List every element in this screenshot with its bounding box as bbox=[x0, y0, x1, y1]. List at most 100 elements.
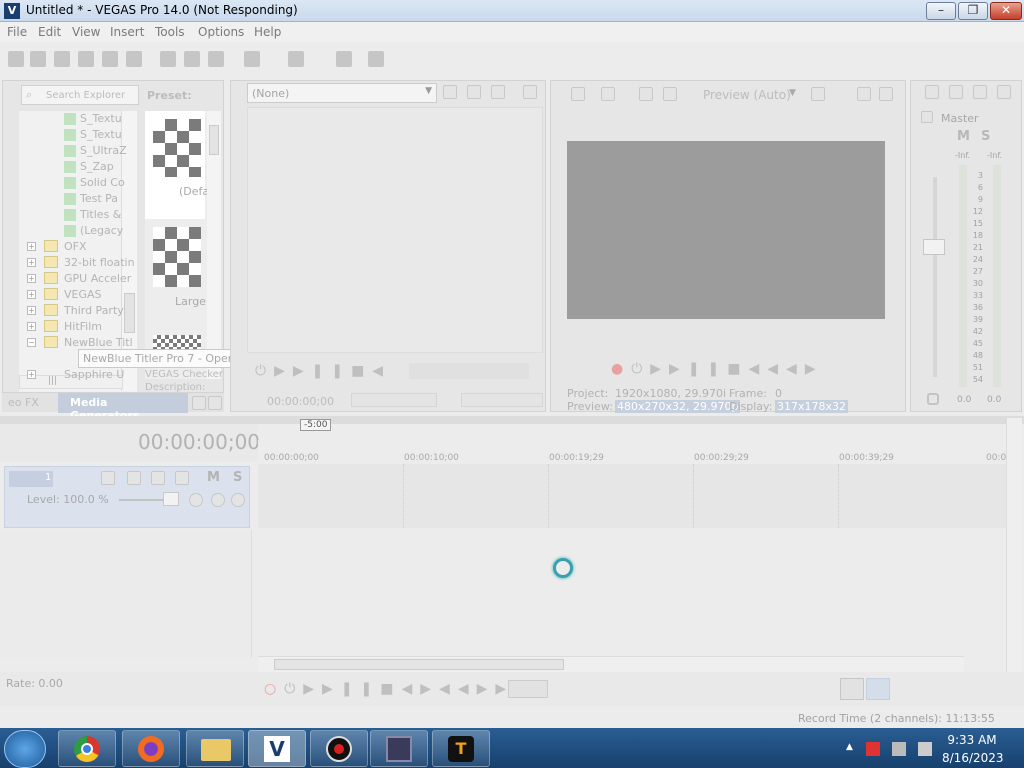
track-gear-icon[interactable] bbox=[175, 471, 189, 485]
tab-media-generators[interactable]: Media Generators bbox=[58, 393, 188, 422]
volume-muted-icon[interactable] bbox=[918, 742, 932, 756]
scroll-thumb[interactable] bbox=[274, 659, 564, 670]
maximize-button[interactable]: ❐ bbox=[958, 2, 988, 20]
trimmer-zoom-slider[interactable] bbox=[461, 393, 543, 407]
tree-item[interactable]: S_Textu bbox=[80, 112, 122, 125]
taskbar-t-app[interactable]: T bbox=[432, 730, 490, 767]
collapse-icon[interactable]: − bbox=[27, 338, 36, 347]
scroll-thumb[interactable] bbox=[124, 293, 135, 333]
tree-folder[interactable]: GPU Acceler bbox=[64, 272, 131, 285]
action-center-icon[interactable] bbox=[866, 742, 880, 756]
expand-icon[interactable]: + bbox=[27, 290, 36, 299]
mixer-settings-icon[interactable] bbox=[925, 85, 939, 99]
composite-mode-icon[interactable] bbox=[189, 493, 203, 507]
search-box[interactable]: ⌕ Search Explorer bbox=[21, 85, 139, 105]
minimize-button[interactable]: – bbox=[926, 2, 956, 20]
save-icon[interactable] bbox=[54, 51, 70, 67]
menu-view[interactable]: View bbox=[72, 25, 100, 39]
tree-folder[interactable]: NewBlue Titl bbox=[64, 336, 133, 349]
track-header[interactable]: 1 M S Level: 100.0 % bbox=[4, 466, 250, 528]
tree-folder[interactable]: 32-bit floatin bbox=[64, 256, 135, 269]
preview-settings-icon[interactable] bbox=[571, 87, 585, 101]
clock-date[interactable]: 8/16/2023 bbox=[942, 751, 1004, 765]
taskbar-vegas[interactable]: V bbox=[248, 730, 306, 767]
trimmer-slider[interactable] bbox=[351, 393, 437, 407]
trimmer-add-icon[interactable] bbox=[443, 85, 457, 99]
grid-icon[interactable] bbox=[811, 87, 825, 101]
preset-item[interactable]: (Defa bbox=[145, 111, 209, 219]
tab-scroll-left-icon[interactable] bbox=[192, 396, 206, 410]
external-monitor-icon[interactable] bbox=[601, 87, 615, 101]
parent-icon[interactable] bbox=[211, 493, 225, 507]
menu-edit[interactable]: Edit bbox=[38, 25, 61, 39]
edit-tool-dropdown[interactable] bbox=[508, 680, 548, 698]
timeline-ruler[interactable] bbox=[258, 440, 1008, 464]
timeline-transport[interactable]: ○⏻▶▶❚❚■◀▶◀◀▶▶ bbox=[264, 681, 514, 697]
expand-icon[interactable]: + bbox=[27, 258, 36, 267]
network-icon[interactable] bbox=[892, 742, 906, 756]
tree-folder[interactable]: HitFilm bbox=[64, 320, 102, 333]
expand-icon[interactable]: + bbox=[27, 322, 36, 331]
expand-icon[interactable]: + bbox=[27, 370, 36, 379]
timeline-area[interactable] bbox=[258, 528, 1008, 656]
expand-icon[interactable]: + bbox=[27, 274, 36, 283]
tree-folder[interactable]: VEGAS bbox=[64, 288, 102, 301]
tree-item[interactable]: Test Pa bbox=[80, 192, 118, 205]
save-snapshot-icon[interactable] bbox=[879, 87, 893, 101]
split-screen-icon[interactable] bbox=[639, 87, 653, 101]
expand-icon[interactable]: + bbox=[27, 242, 36, 251]
track-comp-icon[interactable] bbox=[151, 471, 165, 485]
track-motion-icon[interactable] bbox=[101, 471, 115, 485]
master-fader-handle[interactable] bbox=[923, 239, 945, 255]
scroll-thumb[interactable] bbox=[209, 125, 219, 155]
menu-tools[interactable]: Tools bbox=[155, 25, 185, 39]
taskbar-chrome[interactable] bbox=[58, 730, 116, 767]
mixer-arrow-icon[interactable] bbox=[973, 85, 987, 99]
level-slider-handle[interactable] bbox=[163, 492, 179, 506]
tree-item[interactable]: (Legacy bbox=[80, 224, 123, 237]
track-fx-icon[interactable] bbox=[127, 471, 141, 485]
track-solo-button[interactable]: S bbox=[233, 470, 242, 485]
taskbar-explorer[interactable] bbox=[186, 730, 244, 767]
expand-icon[interactable]: + bbox=[27, 306, 36, 315]
splitter[interactable] bbox=[0, 416, 1024, 424]
undo-icon[interactable] bbox=[244, 51, 260, 67]
track-mute-button[interactable]: M bbox=[207, 470, 220, 485]
search-input[interactable]: Search Explorer bbox=[46, 90, 125, 101]
trimmer-view[interactable] bbox=[247, 107, 543, 353]
snapping-icon[interactable] bbox=[840, 678, 864, 700]
tree-item[interactable]: Titles & bbox=[80, 208, 121, 221]
copy-icon[interactable] bbox=[184, 51, 200, 67]
preset-scrollbar[interactable] bbox=[207, 111, 221, 379]
preview-quality-dropdown[interactable]: Preview (Auto) bbox=[703, 88, 791, 102]
menu-insert[interactable]: Insert bbox=[110, 25, 144, 39]
new-icon[interactable] bbox=[8, 51, 24, 67]
cut-icon[interactable] bbox=[160, 51, 176, 67]
preview-transport[interactable]: ●⏻▶▶❚❚■◀◀◀▶ bbox=[611, 361, 824, 377]
lock-icon[interactable] bbox=[927, 393, 939, 405]
menu-help[interactable]: Help bbox=[254, 25, 281, 39]
preset-item[interactable]: Large bbox=[145, 223, 206, 313]
master-mute-button[interactable]: M bbox=[957, 129, 970, 144]
tab-video-fx[interactable]: eo FX bbox=[8, 396, 39, 409]
redo-icon[interactable] bbox=[288, 51, 304, 67]
tree-folder[interactable]: Sapphire U bbox=[64, 368, 124, 381]
auto-crossfade-icon[interactable] bbox=[866, 678, 890, 700]
trimmer-screen-icon[interactable] bbox=[523, 85, 537, 99]
taskbar-firefox[interactable] bbox=[122, 730, 180, 767]
tree-folder[interactable]: OFX bbox=[64, 240, 87, 253]
taskbar-video-app[interactable] bbox=[370, 730, 428, 767]
mixer-icon[interactable] bbox=[949, 85, 963, 99]
master-solo-button[interactable]: S bbox=[981, 129, 990, 144]
timeline-hscrollbar[interactable] bbox=[258, 656, 964, 672]
menu-options[interactable]: Options bbox=[198, 25, 244, 39]
trimmer-transport[interactable]: ⏻▶▶❚❚■◀ bbox=[255, 363, 391, 379]
interactive-tutorial-icon[interactable] bbox=[336, 51, 352, 67]
tree-item[interactable]: S_Textu bbox=[80, 128, 122, 141]
paste-icon[interactable] bbox=[208, 51, 224, 67]
tree-item[interactable]: S_UltraZ bbox=[80, 144, 127, 157]
show-hidden-icons[interactable]: ▲ bbox=[846, 742, 853, 752]
tree-folder[interactable]: Third Party bbox=[64, 304, 124, 317]
tree-item[interactable]: Solid Co bbox=[80, 176, 125, 189]
trimmer-close-icon[interactable] bbox=[491, 85, 505, 99]
